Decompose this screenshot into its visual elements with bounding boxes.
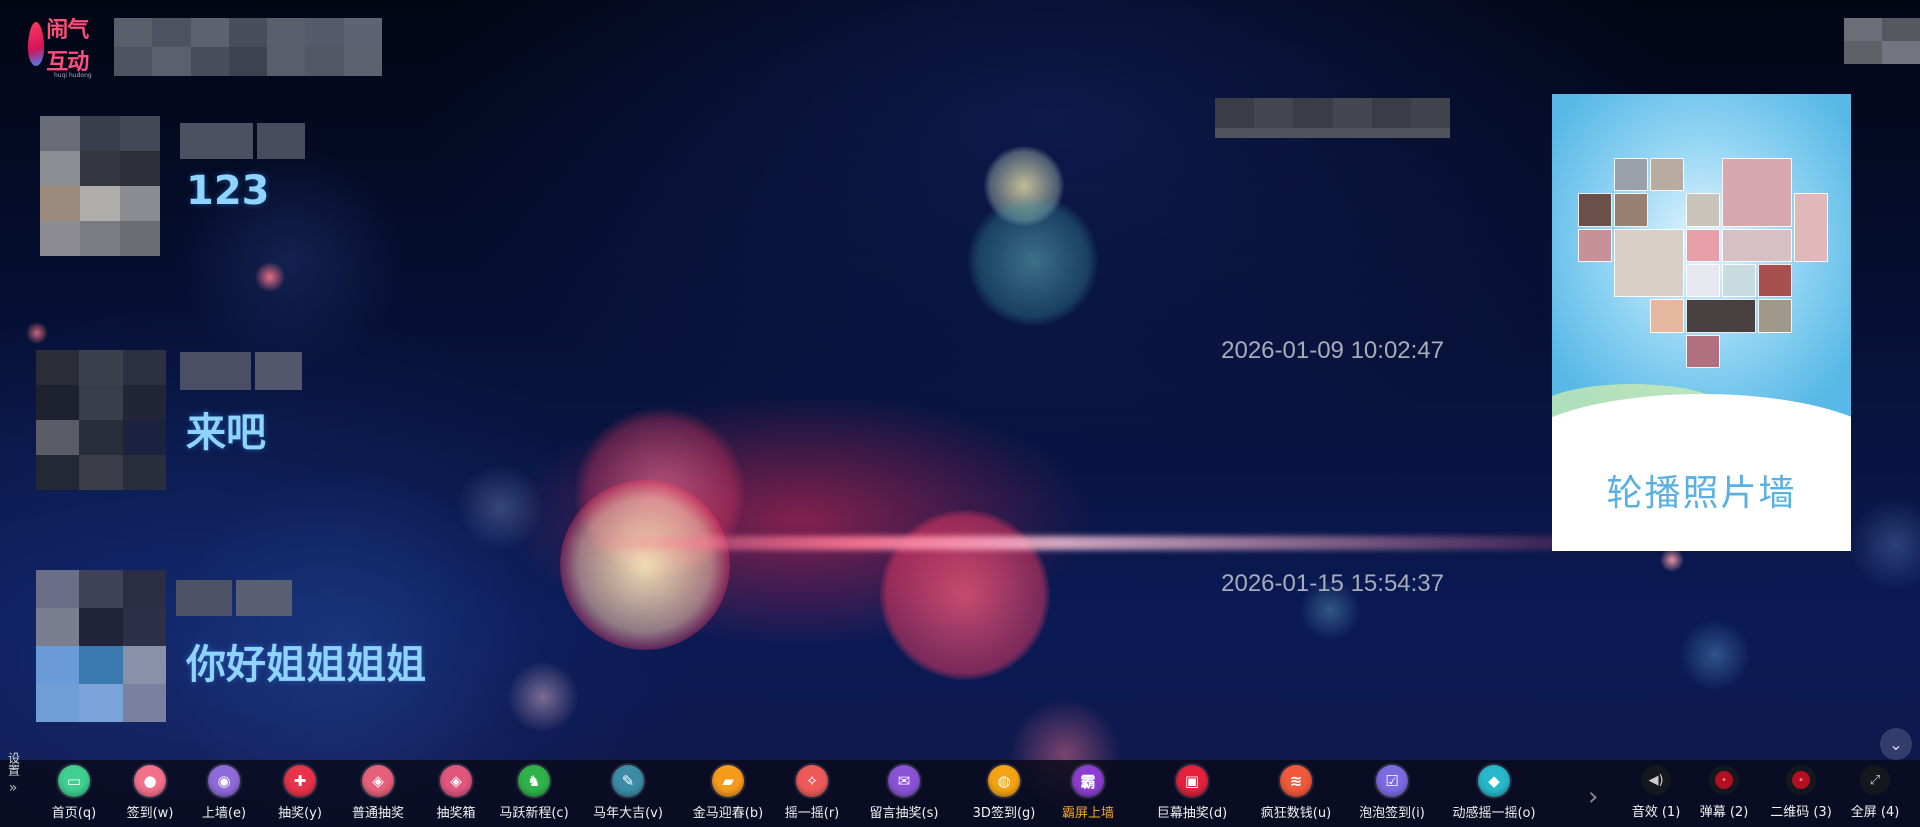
scroll-down-icon[interactable]: ⌄ bbox=[1880, 728, 1912, 760]
bubble-icon: ☑ bbox=[1376, 765, 1408, 797]
danmaku-icon: • bbox=[1709, 765, 1739, 795]
control-item[interactable]: • 弹幕 (2) bbox=[1685, 765, 1763, 825]
avatar bbox=[36, 570, 166, 722]
toolbar-item-label: 抽奖(y) bbox=[278, 806, 322, 821]
toolbar-item[interactable]: ▰ 金马迎春(b) bbox=[686, 765, 770, 825]
control-item[interactable]: ◀) 音效 (1) bbox=[1617, 765, 1695, 825]
toolbar-item[interactable]: 霸霸屏上墙 bbox=[1046, 765, 1130, 825]
toolbar-item-label: 动感摇一摇(o) bbox=[1452, 806, 1536, 821]
logo: 闹气互动 huqi hudong bbox=[28, 16, 108, 79]
message-text: 你好姐姐姐姐 bbox=[186, 642, 426, 688]
toolbar-item[interactable]: ♞ 马跃新程(c) bbox=[492, 765, 576, 825]
settings-toggle[interactable]: 设置 » bbox=[0, 748, 26, 827]
home-icon: ▭ bbox=[58, 765, 90, 797]
photo-wall-card[interactable]: 轮播照片墙 bbox=[1552, 94, 1851, 551]
control-item[interactable]: • 二维码 (3) bbox=[1762, 765, 1840, 825]
toolbar-item-label: 留言抽奖(s) bbox=[869, 806, 939, 821]
toolbar-item[interactable]: ✉ 留言抽奖(s) bbox=[862, 765, 946, 825]
message-timestamp: 2026-01-09 10:02:47 bbox=[1221, 337, 1444, 364]
event-title-redacted bbox=[114, 18, 382, 76]
control-item-label: 弹幕 (2) bbox=[1699, 805, 1749, 820]
toolbar-item-label: 3D签到(g) bbox=[972, 806, 1036, 821]
sound-icon: ◀) bbox=[1641, 765, 1671, 795]
toolbar-item[interactable]: ◆ 动感摇一摇(o) bbox=[1452, 765, 1536, 825]
toolbar-item-label: 金马迎春(b) bbox=[692, 806, 764, 821]
toolbar-item[interactable]: ✎ 马年大吉(v) bbox=[586, 765, 670, 825]
toolbar-item-label: 霸屏上墙 bbox=[1061, 806, 1114, 821]
toolbar-item[interactable]: ✚ 抽奖(y) bbox=[258, 765, 342, 825]
toolbar-item[interactable]: ▭ 首页(q) bbox=[32, 765, 116, 825]
settings-label: 设置 bbox=[6, 752, 21, 776]
barrage-icon: 霸 bbox=[1072, 765, 1104, 797]
header-info-redacted bbox=[1215, 98, 1450, 138]
chat-icon: ◉ bbox=[208, 765, 240, 797]
message-timestamp: 2026-01-15 15:54:37 bbox=[1221, 570, 1444, 597]
toolbar-item-label: 抽奖箱 bbox=[436, 806, 476, 821]
toolbar-item[interactable]: ◍ 3D签到(g) bbox=[962, 765, 1046, 825]
toolbar-item-label: 马跃新程(c) bbox=[499, 806, 569, 821]
money-icon: ≋ bbox=[1280, 765, 1312, 797]
toolbar-item[interactable]: ● 签到(w) bbox=[108, 765, 192, 825]
toolbar-item[interactable]: ◉ 上墙(e) bbox=[182, 765, 266, 825]
horse-icon: ♞ bbox=[518, 765, 550, 797]
control-item-label: 二维码 (3) bbox=[1770, 805, 1832, 820]
toolbar-item[interactable]: ☑ 泡泡签到(i) bbox=[1350, 765, 1434, 825]
globe-icon: ◍ bbox=[988, 765, 1020, 797]
toolbar-item-label: 疯狂数钱(u) bbox=[1260, 806, 1332, 821]
qrcode-icon: • bbox=[1786, 765, 1816, 795]
control-item-label: 音效 (1) bbox=[1631, 805, 1681, 820]
screen-icon: ▣ bbox=[1176, 765, 1208, 797]
heart-photo-collage bbox=[1578, 158, 1828, 368]
toolbar-item[interactable]: ≋ 疯狂数钱(u) bbox=[1254, 765, 1338, 825]
fullscreen-icon: ⤢ bbox=[1860, 765, 1890, 795]
control-item[interactable]: ⤢ 全屏 (4) bbox=[1836, 765, 1914, 825]
toolbar-item[interactable]: ▣ 巨幕抽奖(d) bbox=[1150, 765, 1234, 825]
message-icon: ✉ bbox=[888, 765, 920, 797]
wrench-icon: ✎ bbox=[612, 765, 644, 797]
toolbar-item-label: 摇一摇(r) bbox=[784, 806, 840, 821]
control-item-label: 全屏 (4) bbox=[1850, 805, 1900, 820]
logo-subtitle: huqi hudong bbox=[54, 71, 92, 79]
lottery-box-icon: ◈ bbox=[440, 765, 472, 797]
toolbar-item[interactable]: ◈ 普通抽奖 bbox=[336, 765, 420, 825]
toolbar-item[interactable]: ◈ 抽奖箱 bbox=[414, 765, 498, 825]
toolbar-item-label: 马年大吉(v) bbox=[593, 806, 663, 821]
logo-swirl-icon bbox=[28, 21, 45, 66]
toolbar-item[interactable]: ✧ 摇一摇(r) bbox=[770, 765, 854, 825]
toolbar-item-label: 巨幕抽奖(d) bbox=[1156, 806, 1228, 821]
sender-name-redacted bbox=[180, 123, 305, 159]
chevron-right-icon[interactable]: › bbox=[1588, 782, 1598, 812]
avatar bbox=[36, 350, 166, 490]
toolbar-item-label: 上墙(e) bbox=[201, 806, 247, 821]
shake-icon: ✧ bbox=[796, 765, 828, 797]
toolbar-item-label: 普通抽奖 bbox=[351, 806, 404, 821]
logo-text: 闹气互动 bbox=[46, 16, 89, 75]
message-text: 来吧 bbox=[186, 410, 266, 456]
sender-name-redacted bbox=[180, 352, 302, 390]
corner-qr-redacted bbox=[1844, 18, 1920, 64]
diamond-icon: ◆ bbox=[1478, 765, 1510, 797]
message-text: 123 bbox=[186, 168, 270, 214]
toolbar-item-label: 签到(w) bbox=[126, 806, 174, 821]
avatar bbox=[40, 116, 160, 256]
car-icon: ▰ bbox=[712, 765, 744, 797]
toolbar-item-label: 泡泡签到(i) bbox=[1359, 806, 1425, 821]
toolbar-item-label: 首页(q) bbox=[51, 806, 97, 821]
gift-icon: ✚ bbox=[284, 765, 316, 797]
sender-name-redacted bbox=[176, 580, 292, 616]
double-chevron-icon: » bbox=[8, 780, 18, 796]
lottery-icon: ◈ bbox=[362, 765, 394, 797]
photo-wall-title: 轮播照片墙 bbox=[1606, 473, 1797, 514]
user-icon: ● bbox=[134, 765, 166, 797]
